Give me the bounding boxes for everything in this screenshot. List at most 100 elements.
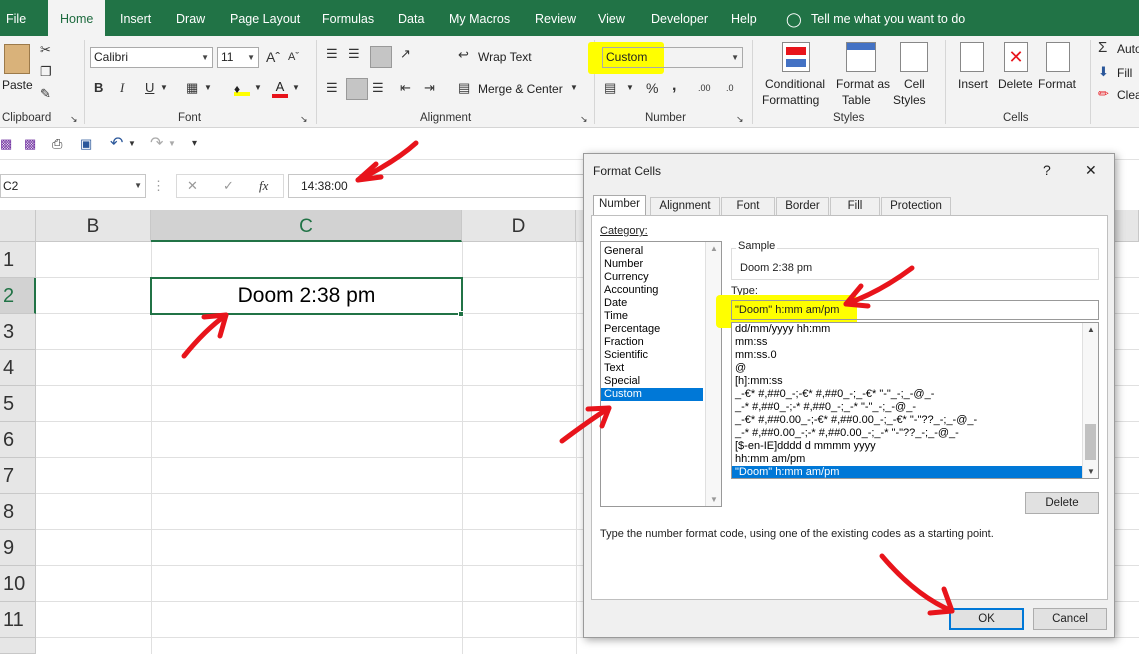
list-item[interactable]: dd/mm/yyyy hh:mm (732, 323, 1082, 336)
tab-review[interactable]: Review (535, 0, 576, 36)
list-item[interactable]: _-* #,##0_-;-* #,##0_-;_-* "-"_-;_-@_- (732, 401, 1082, 414)
print-icon[interactable]: ⎙ (52, 134, 62, 154)
list-item[interactable]: Fraction (601, 336, 721, 349)
list-item-selected[interactable]: "Doom" h:mm am/pm (732, 466, 1082, 478)
type-list[interactable]: dd/mm/yyyy hh:mm mm:ss mm:ss.0 @ [h]:mm:… (731, 322, 1099, 479)
format-as-table-label-1[interactable]: Format as (836, 77, 890, 91)
paste-icon[interactable] (4, 44, 30, 74)
column-header-b[interactable]: B (36, 210, 151, 242)
chevron-down-icon[interactable]: ▼ (570, 78, 578, 98)
tell-me-search[interactable]: Tell me what you want to do (811, 0, 965, 36)
bold-button[interactable]: B (94, 78, 103, 98)
chevron-down-icon[interactable]: ▼ (160, 78, 168, 98)
borders-icon[interactable]: ▦ (186, 78, 198, 98)
tab-border[interactable]: Border (776, 197, 829, 215)
help-button[interactable]: ? (1043, 162, 1051, 178)
row-header[interactable]: 6 (0, 422, 36, 458)
ok-button[interactable]: OK (949, 608, 1024, 630)
cut-icon[interactable]: ✂ (40, 40, 51, 60)
name-box[interactable]: C2 ▼ (0, 174, 146, 198)
list-item[interactable]: hh:mm am/pm (732, 453, 1082, 466)
list-item[interactable]: Time (601, 310, 721, 323)
column-header-c[interactable]: C (151, 210, 462, 242)
customize-qat-icon[interactable]: ▾ (192, 134, 197, 154)
list-item[interactable]: mm:ss (732, 336, 1082, 349)
list-item[interactable]: _-€* #,##0.00_-;-€* #,##0.00_-;_-€* "-"?… (732, 414, 1082, 427)
undo-icon[interactable]: ↶ (110, 134, 123, 154)
row-header[interactable]: 4 (0, 350, 36, 386)
category-list[interactable]: General Number Currency Accounting Date … (600, 241, 722, 507)
list-item[interactable]: Percentage (601, 323, 721, 336)
font-color-icon[interactable]: A (272, 80, 288, 98)
tab-number[interactable]: Number (593, 195, 646, 216)
align-top-icon[interactable]: ☰ (326, 44, 338, 64)
tab-home[interactable]: Home (48, 0, 106, 36)
italic-button[interactable]: I (120, 78, 124, 98)
list-item[interactable]: Number (601, 258, 721, 271)
fill-button[interactable]: Fill (1117, 66, 1132, 80)
align-center-button[interactable] (346, 78, 368, 100)
clear-button[interactable]: Clea (1117, 88, 1139, 102)
align-right-icon[interactable]: ☰ (372, 78, 384, 98)
list-item[interactable]: mm:ss.0 (732, 349, 1082, 362)
list-item[interactable]: _-€* #,##0_-;-€* #,##0_-;_-€* "-"_-;_-@_… (732, 388, 1082, 401)
format-as-table-label-2[interactable]: Table (842, 93, 871, 107)
row-header[interactable]: 7 (0, 458, 36, 494)
tab-fill[interactable]: Fill (830, 197, 880, 215)
conditional-formatting-label-1[interactable]: Conditional (765, 77, 825, 91)
cancel-entry-icon[interactable]: ✕ (187, 176, 198, 196)
decrease-font-icon[interactable]: Aˇ (288, 47, 299, 67)
fill-handle[interactable] (458, 311, 464, 317)
orientation-icon[interactable]: ↗ (400, 44, 411, 64)
chevron-down-icon[interactable]: ▼ (710, 495, 718, 504)
cell-c2[interactable]: Doom 2:38 pm (150, 277, 463, 315)
align-middle-icon[interactable]: ☰ (348, 44, 360, 64)
row-header[interactable]: 1 (0, 242, 36, 278)
comma-button[interactable]: , (672, 76, 676, 96)
row-header[interactable]: 2 (0, 278, 36, 314)
chevron-down-icon[interactable]: ▼ (168, 134, 176, 154)
type-input[interactable]: "Doom" h:mm am/pm (731, 300, 1099, 320)
insert-cells-button[interactable]: Insert (958, 77, 988, 91)
clipboard-launcher-icon[interactable]: ↘ (70, 112, 78, 126)
list-item[interactable]: @ (732, 362, 1082, 375)
tab-developer[interactable]: Developer (651, 0, 708, 36)
save-icon[interactable]: ▩ (0, 134, 12, 154)
underline-button[interactable]: U (145, 78, 154, 98)
chevron-up-icon[interactable]: ▲ (710, 244, 718, 253)
column-header-d[interactable]: D (462, 210, 576, 242)
row-header[interactable]: 3 (0, 314, 36, 350)
category-scrollbar[interactable]: ▲ ▼ (705, 242, 721, 506)
row-header[interactable] (0, 638, 36, 654)
format-painter-icon[interactable]: ✎ (40, 84, 51, 104)
tab-font[interactable]: Font (721, 197, 775, 215)
chevron-down-icon[interactable]: ▼ (292, 78, 300, 98)
list-item[interactable]: _-* #,##0.00_-;-* #,##0.00_-;_-* "-"??_-… (732, 427, 1082, 440)
merge-center-button[interactable]: Merge & Center (478, 82, 563, 96)
font-size-dropdown[interactable]: 11 ▼ (217, 47, 259, 68)
row-header[interactable]: 8 (0, 494, 36, 530)
tab-formulas[interactable]: Formulas (322, 0, 374, 36)
cell-styles-label-1[interactable]: Cell (904, 77, 925, 91)
list-item[interactable]: General (601, 245, 721, 258)
formula-input[interactable]: 14:38:00 (288, 174, 588, 198)
chevron-down-icon[interactable]: ▼ (128, 134, 136, 154)
number-format-dropdown[interactable]: Custom ▼ (602, 47, 743, 68)
tab-file[interactable]: File (6, 0, 26, 36)
save-as-icon[interactable]: ▩ (24, 134, 36, 154)
insert-function-button[interactable]: fx (259, 176, 268, 196)
paste-button[interactable]: Paste (2, 78, 33, 92)
select-all-corner[interactable] (0, 210, 36, 242)
list-item[interactable]: Text (601, 362, 721, 375)
chevron-down-icon[interactable]: ▼ (254, 78, 262, 98)
close-icon[interactable]: ✕ (1085, 162, 1097, 179)
decrease-indent-icon[interactable]: ⇤ (400, 78, 411, 98)
chevron-down-icon[interactable]: ▼ (204, 78, 212, 98)
autosum-button[interactable]: Auto (1117, 42, 1139, 56)
increase-decimal-icon[interactable]: .00 (698, 78, 711, 98)
percent-button[interactable]: % (646, 78, 658, 98)
tab-alignment[interactable]: Alignment (650, 197, 720, 215)
conditional-formatting-label-2[interactable]: Formatting (762, 93, 819, 107)
type-scrollbar[interactable]: ▲ ▼ (1082, 323, 1098, 478)
cell-styles-label-2[interactable]: Styles (893, 93, 926, 107)
